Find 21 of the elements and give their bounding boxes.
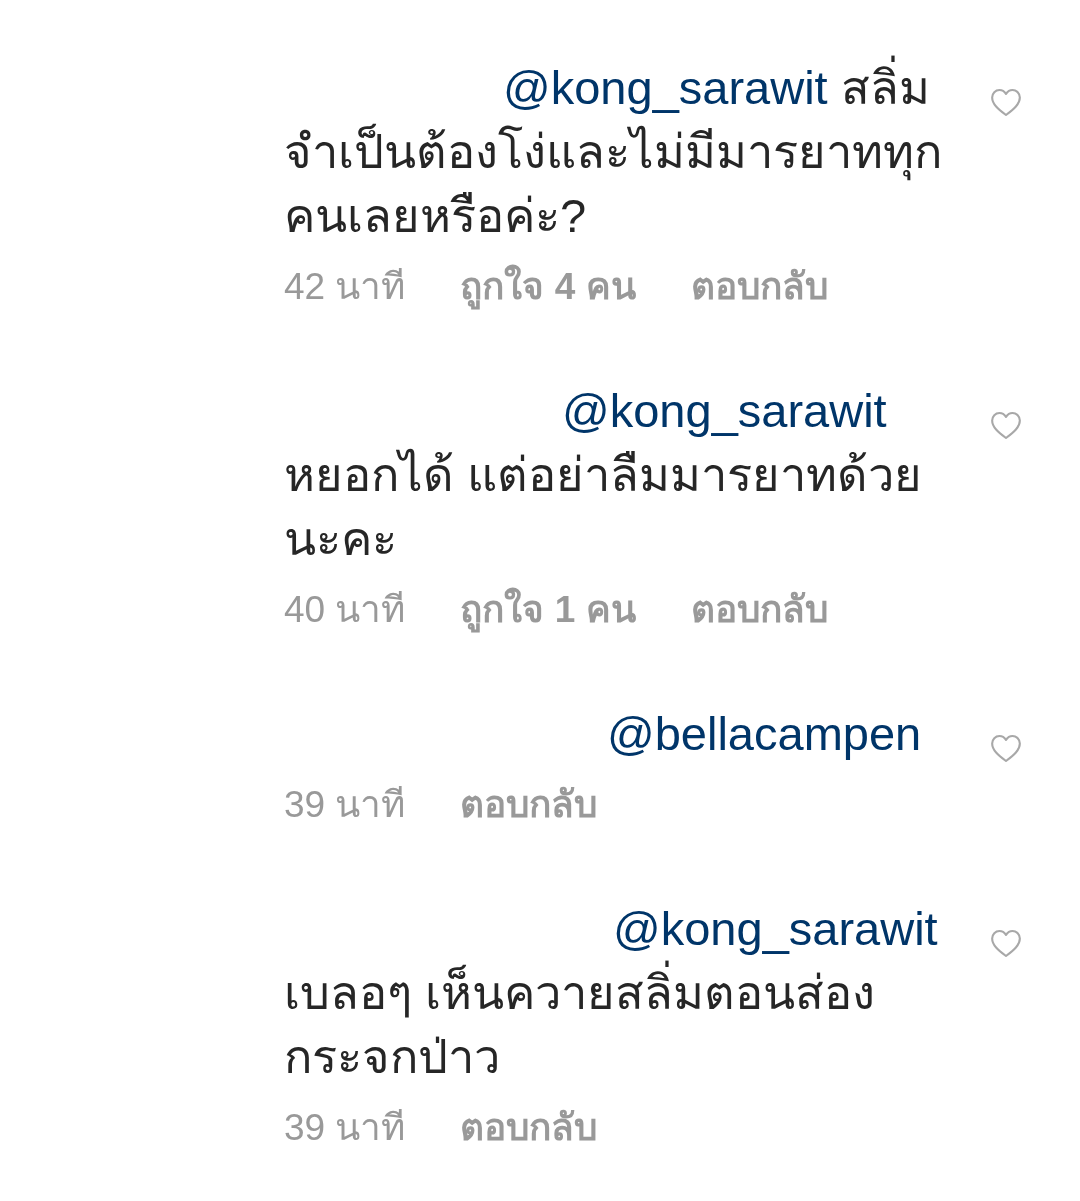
likes-link[interactable]: ถูกใจ 1 คน — [460, 586, 636, 634]
comment-text: @kong_sarawit เบลอๆ เห็นควายสลิ่มตอนส่องกระจกป่าว — [284, 901, 939, 1085]
mention-link[interactable]: @bellacampen — [607, 707, 922, 760]
heart-icon[interactable] — [990, 411, 1022, 440]
reply-button[interactable]: ตอบกลับ — [460, 781, 598, 829]
comment-time: 40 นาที — [284, 588, 406, 632]
comment-time: 39 นาที — [284, 783, 406, 827]
mention-link[interactable]: @kong_sarawit — [503, 61, 828, 114]
comment-time: 42 นาที — [284, 265, 406, 309]
heart-icon[interactable] — [990, 929, 1022, 958]
reply-button[interactable]: ตอบกลับ — [690, 263, 828, 311]
heart-icon[interactable] — [990, 88, 1022, 117]
reply-button[interactable]: ตอบกลับ — [690, 586, 828, 634]
comment-text: @kong_sarawit หยอกได้ แต่อย่าลืมมารยาทด้วยนะคะ — [284, 383, 924, 567]
mention-link[interactable]: @kong_sarawit — [562, 384, 887, 437]
mention-link[interactable]: @kong_sarawit — [613, 902, 938, 955]
comment-time: 39 นาที — [284, 1106, 406, 1150]
reply-button[interactable]: ตอบกลับ — [460, 1104, 598, 1152]
heart-icon[interactable] — [990, 734, 1022, 763]
likes-link[interactable]: ถูกใจ 4 คน — [460, 263, 636, 311]
comment-text: @kong_sarawit สลิ่มจำเป็นต้องโง่และไม่มีมารยาททุกคนเลยหรือค่ะ? — [284, 56, 956, 248]
